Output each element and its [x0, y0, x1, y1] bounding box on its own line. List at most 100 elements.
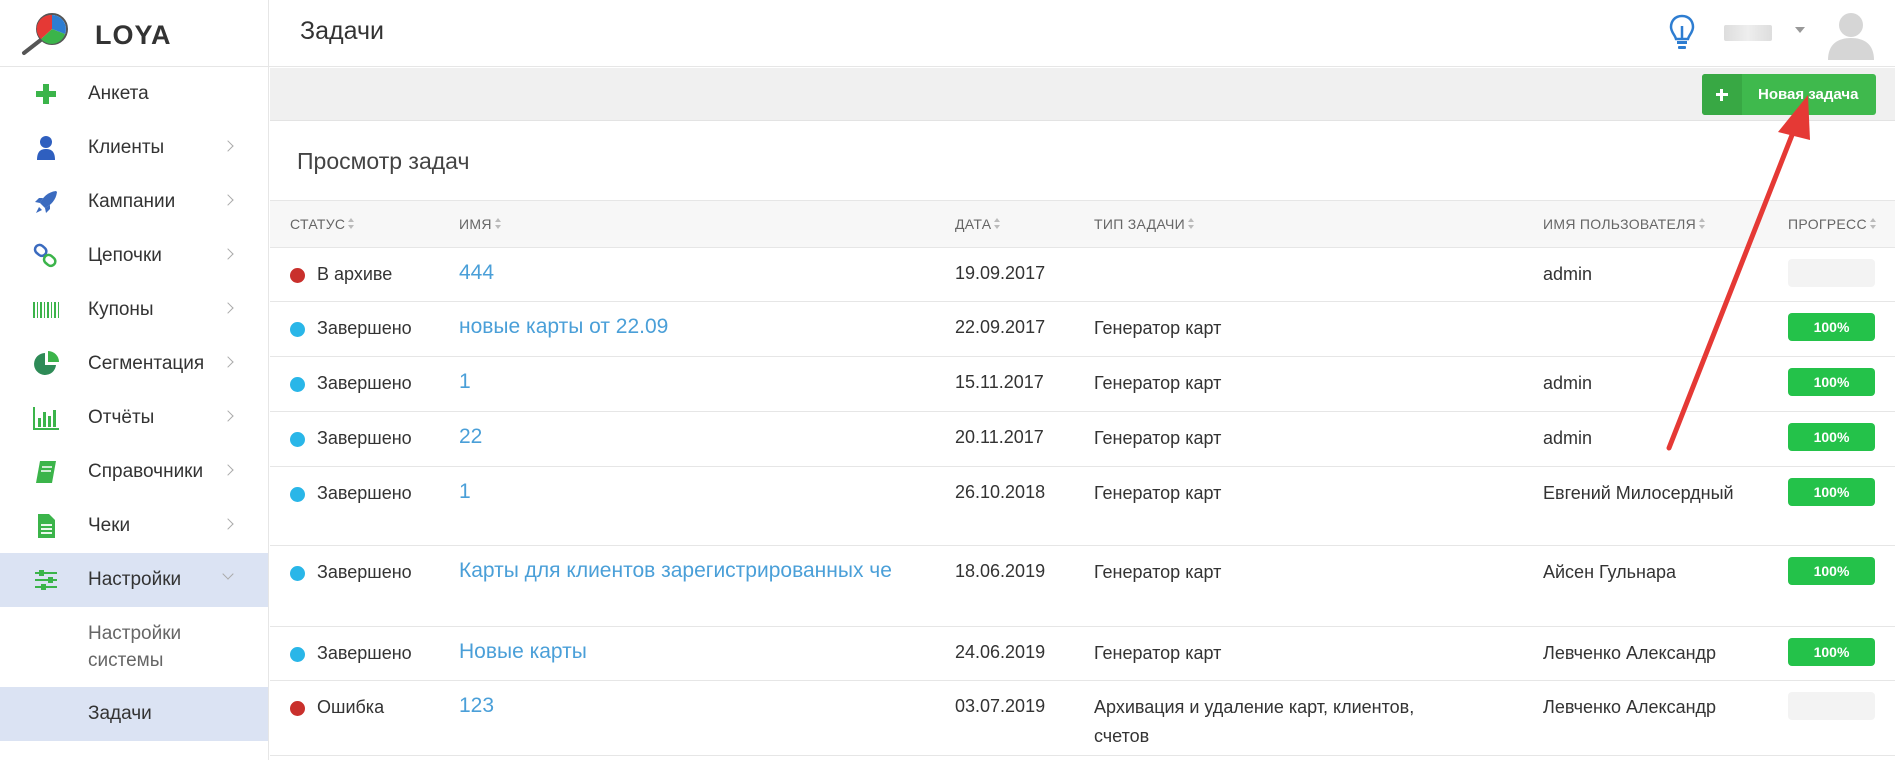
task-type: Архивация и удаление карт, клиентов, сче… [1094, 697, 1415, 746]
lightbulb-icon[interactable] [1669, 14, 1695, 52]
task-name-link[interactable]: Новые карты [459, 637, 899, 666]
task-type: Генератор карт [1094, 373, 1222, 393]
column-header-status[interactable]: Статус [290, 216, 355, 232]
chain-icon [33, 243, 57, 268]
logo-area[interactable]: LOYA [0, 0, 269, 67]
rocket-icon [35, 191, 57, 213]
sidebar-item-label: Справочники [88, 461, 204, 482]
task-date: 03.07.2019 [955, 696, 1046, 716]
progress-text: 100% [1813, 484, 1850, 500]
sidebar-item-reports[interactable]: Отчёты [0, 391, 268, 445]
sort-icon [993, 218, 1001, 230]
sidebar-item-anketa[interactable]: Анкета [0, 67, 268, 121]
sort-icon [494, 218, 502, 230]
status-label: Завершено [317, 428, 412, 448]
task-name-link[interactable]: 1 [459, 477, 899, 506]
sliders-icon [35, 570, 57, 590]
status-dot-icon [290, 268, 305, 283]
logo-icon [22, 13, 68, 55]
table-header: Статус Имя Дата Тип задачи Имя пользоват… [270, 200, 1895, 248]
column-header-date[interactable]: Дата [955, 216, 1001, 232]
status-dot-icon [290, 701, 305, 716]
task-date: 18.06.2019 [955, 561, 1046, 581]
progress-bar: 100% [1788, 423, 1875, 451]
sidebar-item-receipts[interactable]: Чеки [0, 499, 268, 553]
column-label: Тип задачи [1094, 216, 1185, 232]
sidebar-item-settings[interactable]: Настройки [0, 553, 268, 607]
avatar[interactable] [1826, 8, 1876, 60]
sidebar-subitem-system-settings[interactable]: Настройки системы [0, 607, 268, 686]
sidebar-item-chains[interactable]: Цепочки [0, 229, 268, 283]
progress-bar: 100% [1788, 313, 1875, 341]
progress-bar: 100% [1788, 557, 1875, 585]
chevron-right-icon [222, 248, 234, 260]
sort-icon [1698, 218, 1706, 230]
page-title: Задачи [300, 17, 384, 45]
table-row: Ошибка 123 03.07.2019 Архивация и удаление … [270, 681, 1895, 756]
sidebar-item-label: Кампании [88, 191, 176, 212]
sidebar-item-segmentation[interactable]: Сегментация [0, 337, 268, 391]
progress-bar: 0 [1788, 692, 1875, 720]
task-type: Генератор карт [1094, 562, 1222, 582]
column-label: Дата [955, 216, 992, 232]
task-date: 15.11.2017 [955, 372, 1044, 392]
task-type: Генератор карт [1094, 643, 1222, 663]
book-icon [36, 461, 56, 483]
status-dot-icon [290, 377, 305, 392]
status-dot-icon [290, 566, 305, 581]
progress-text: 0 [1827, 265, 1836, 281]
status-label: Завершено [317, 562, 412, 582]
status-label: Ошибка [317, 697, 385, 717]
chevron-right-icon [222, 410, 234, 422]
progress-text: 100% [1813, 319, 1850, 335]
sidebar-item-label: Отчёты [88, 407, 155, 428]
sidebar-item-label: Сегментация [88, 353, 205, 374]
column-header-user[interactable]: Имя пользователя [1543, 216, 1706, 232]
task-name-link[interactable]: новые карты от 22.09 [459, 312, 899, 341]
progress-text: 100% [1813, 563, 1850, 579]
column-header-progress[interactable]: Прогресс [1788, 216, 1877, 232]
progress-bar: 100% [1788, 368, 1875, 396]
sidebar-item-campaigns[interactable]: Кампании [0, 175, 268, 229]
sidebar-item-label: Купоны [88, 299, 154, 320]
sort-icon [1187, 218, 1195, 230]
new-task-button[interactable]: Новая задача [1702, 74, 1876, 115]
app-name: LOYA [95, 20, 172, 50]
chevron-down-icon [222, 568, 234, 580]
user-icon [37, 136, 55, 160]
task-name-link[interactable]: Карты для клиентов зарегистрированных че [459, 556, 899, 585]
sidebar-item-directories[interactable]: Справочники [0, 445, 268, 499]
sort-icon [1869, 218, 1877, 230]
task-user: admin [1543, 428, 1593, 448]
status-label: Завершено [317, 483, 412, 503]
user-name-redacted[interactable] [1724, 25, 1772, 41]
task-name-link[interactable]: 1 [459, 367, 899, 396]
progress-bar: 0 [1788, 259, 1875, 287]
status-label: Завершено [317, 373, 412, 393]
table-row: Завершено Новые карты 24.06.2019 Генератор … [270, 627, 1895, 681]
sidebar-item-label: Чеки [88, 515, 131, 536]
table-row: Завершено новые карты от 22.09 22.09.2017 Г… [270, 302, 1895, 357]
user-menu-caret-icon[interactable] [1795, 27, 1805, 33]
task-name-link[interactable]: 123 [459, 691, 899, 720]
sidebar-item-label: Анкета [88, 83, 149, 104]
sidebar-item-label: Настройки [88, 569, 182, 590]
pie-chart-icon [34, 351, 59, 375]
sidebar-subitem-tasks[interactable]: Задачи [0, 687, 268, 741]
chevron-right-icon [222, 140, 234, 152]
status-label: В архиве [317, 264, 393, 284]
task-name-link[interactable]: 22 [459, 422, 899, 451]
task-type: Генератор карт [1094, 428, 1222, 448]
table-row: Завершено 1 26.10.2018 Генератор карт Евгени… [270, 467, 1895, 546]
sidebar-subitem-label: Задачи [88, 703, 152, 724]
column-header-type[interactable]: Тип задачи [1094, 216, 1195, 232]
sidebar-item-coupons[interactable]: Купоны [0, 283, 268, 337]
sidebar-item-label: Клиенты [88, 137, 165, 158]
task-date: 26.10.2018 [955, 482, 1046, 502]
column-label: Статус [290, 216, 346, 232]
status-dot-icon [290, 322, 305, 337]
sidebar-item-clients[interactable]: Клиенты [0, 121, 268, 175]
task-name-link[interactable]: 444 [459, 258, 899, 287]
column-header-name[interactable]: Имя [459, 216, 502, 232]
table-row: Завершено 1 15.11.2017 Генератор карт admin 1… [270, 357, 1895, 412]
